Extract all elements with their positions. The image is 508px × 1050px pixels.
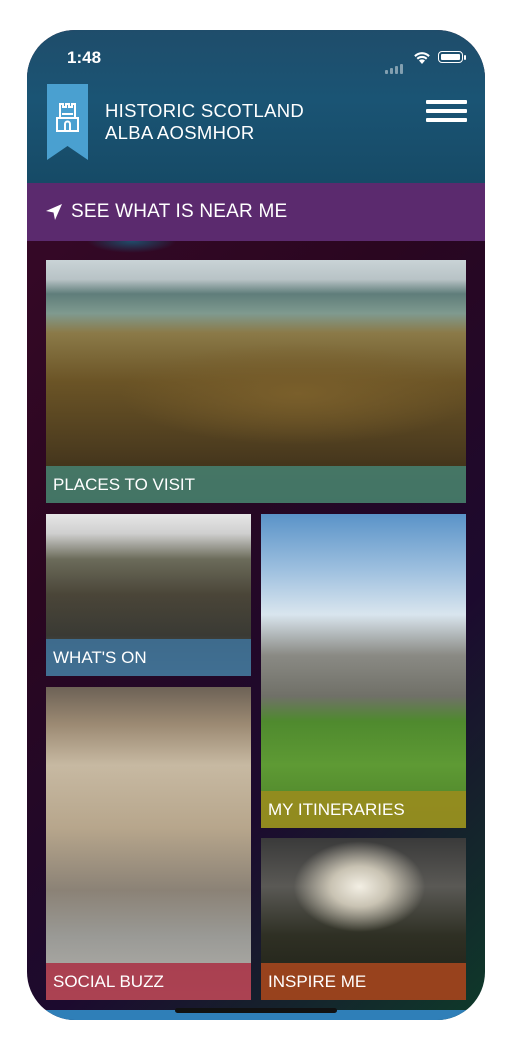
cellular-signal-icon	[385, 56, 405, 74]
battery-nub	[464, 55, 466, 60]
social-buzz-image	[46, 687, 251, 1000]
status-bar: 1:48	[27, 30, 485, 86]
tile-social-buzz[interactable]: SOCIAL BUZZ	[46, 687, 251, 1000]
home-indicator[interactable]	[175, 1008, 337, 1013]
castle-bookmark-icon[interactable]	[47, 84, 88, 160]
tile-label: WHAT'S ON	[46, 639, 251, 676]
location-arrow-icon	[46, 204, 62, 220]
tile-inspire-me[interactable]: INSPIRE ME	[261, 838, 466, 1000]
tile-my-itineraries[interactable]: MY ITINERARIES	[261, 514, 466, 828]
my-itineraries-image	[261, 514, 466, 828]
tile-places-to-visit[interactable]: PLACES TO VISIT	[46, 260, 466, 503]
hamburger-menu-icon[interactable]	[426, 100, 467, 122]
header-shadow	[87, 241, 177, 253]
see-near-me-button[interactable]: SEE WHAT IS NEAR ME	[27, 183, 485, 241]
brand-line-1: HISTORIC SCOTLAND	[105, 100, 305, 121]
tile-whats-on[interactable]: WHAT'S ON	[46, 514, 251, 676]
app-screen: 1:48 HISTORIC SCOTLAND ALBA AOSMHOR SEE …	[27, 30, 485, 1020]
see-near-me-label: SEE WHAT IS NEAR ME	[71, 201, 288, 222]
battery-icon	[438, 51, 463, 63]
wifi-icon	[414, 52, 430, 64]
tile-label: SOCIAL BUZZ	[46, 963, 251, 1000]
tile-label: PLACES TO VISIT	[46, 466, 466, 503]
tile-label: INSPIRE ME	[261, 963, 466, 1000]
app-header: 1:48 HISTORIC SCOTLAND ALBA AOSMHOR	[27, 30, 485, 185]
brand-title: HISTORIC SCOTLAND ALBA AOSMHOR	[105, 100, 304, 144]
status-time: 1:48	[67, 48, 102, 67]
tile-label: MY ITINERARIES	[261, 791, 466, 828]
brand-line-2: ALBA AOSMHOR	[105, 122, 255, 143]
